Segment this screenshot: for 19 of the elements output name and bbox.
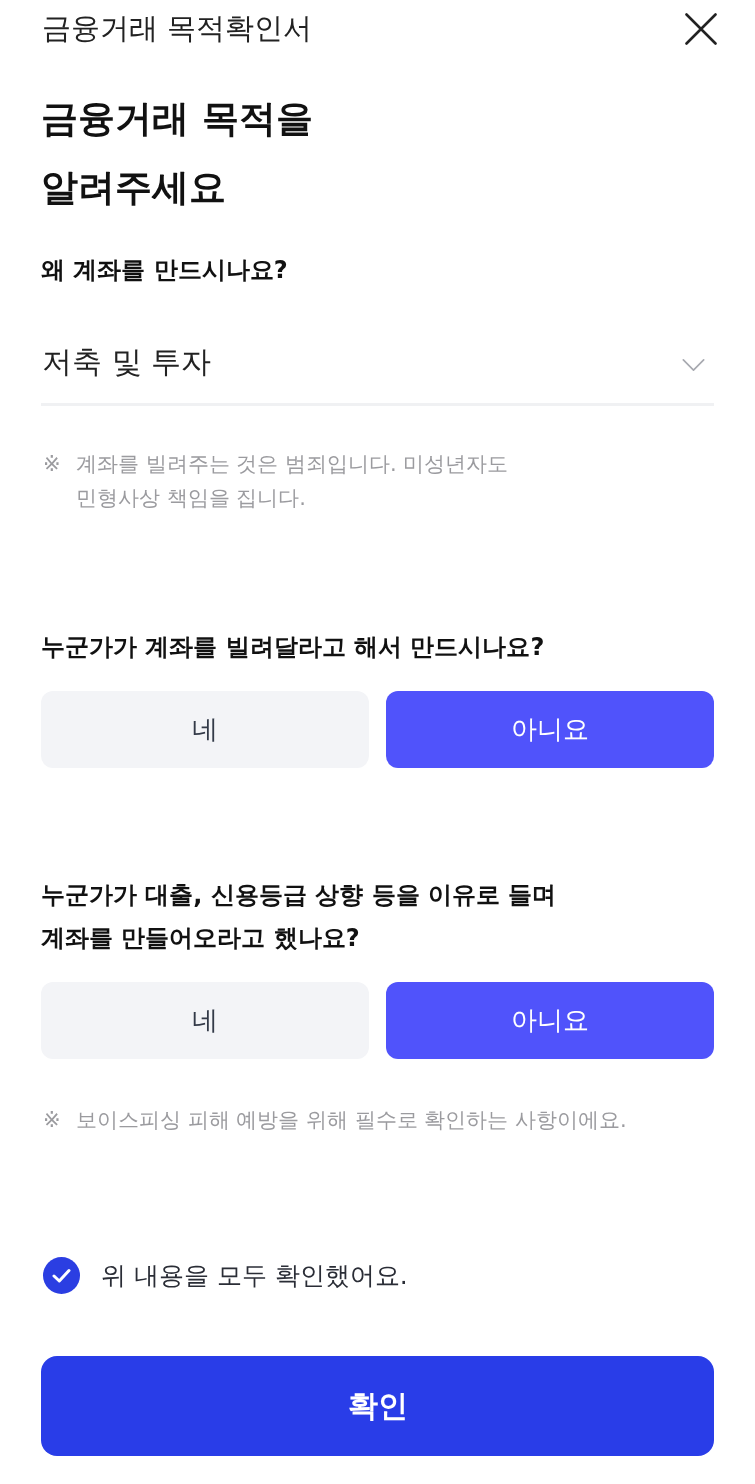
option-button[interactable]: 네 [41, 691, 369, 768]
question-label: 왜 계좌를 만드시나요? [41, 255, 289, 286]
page-heading: 금융거래 목적을 알려주세요 [41, 96, 314, 211]
option-button[interactable]: 아니요 [386, 691, 714, 768]
page-title: 금융거래 목적확인서 [42, 10, 313, 47]
close-icon[interactable] [685, 13, 717, 45]
checkbox[interactable] [43, 1257, 80, 1294]
reference-mark: ※ [42, 1107, 62, 1134]
option-button[interactable]: 네 [41, 982, 369, 1059]
reference-mark: ※ [42, 451, 62, 478]
question-label: 누군가가 대출, 신용등급 상향 등을 이유로 들며 계좌를 만들어오라고 했나요? [41, 880, 558, 954]
select-field[interactable]: 저축 및 투자 [41, 321, 714, 406]
confirm-button[interactable]: 확인 [41, 1356, 714, 1456]
notice-text: 보이스피싱 피해 예방을 위해 필수로 확인하는 사항이에요. [76, 1107, 627, 1134]
agreement-label[interactable]: 위 내용을 모두 확인했어요. [101, 1257, 408, 1294]
chevron-down-icon [682, 359, 705, 371]
option-button[interactable]: 아니요 [386, 982, 714, 1059]
question-label: 누군가가 계좌를 빌려달라고 해서 만드시나요? [41, 632, 546, 663]
notice-text: 계좌를 빌려주는 것은 범죄입니다. 미성년자도 민형사상 책임을 집니다. [76, 451, 509, 512]
